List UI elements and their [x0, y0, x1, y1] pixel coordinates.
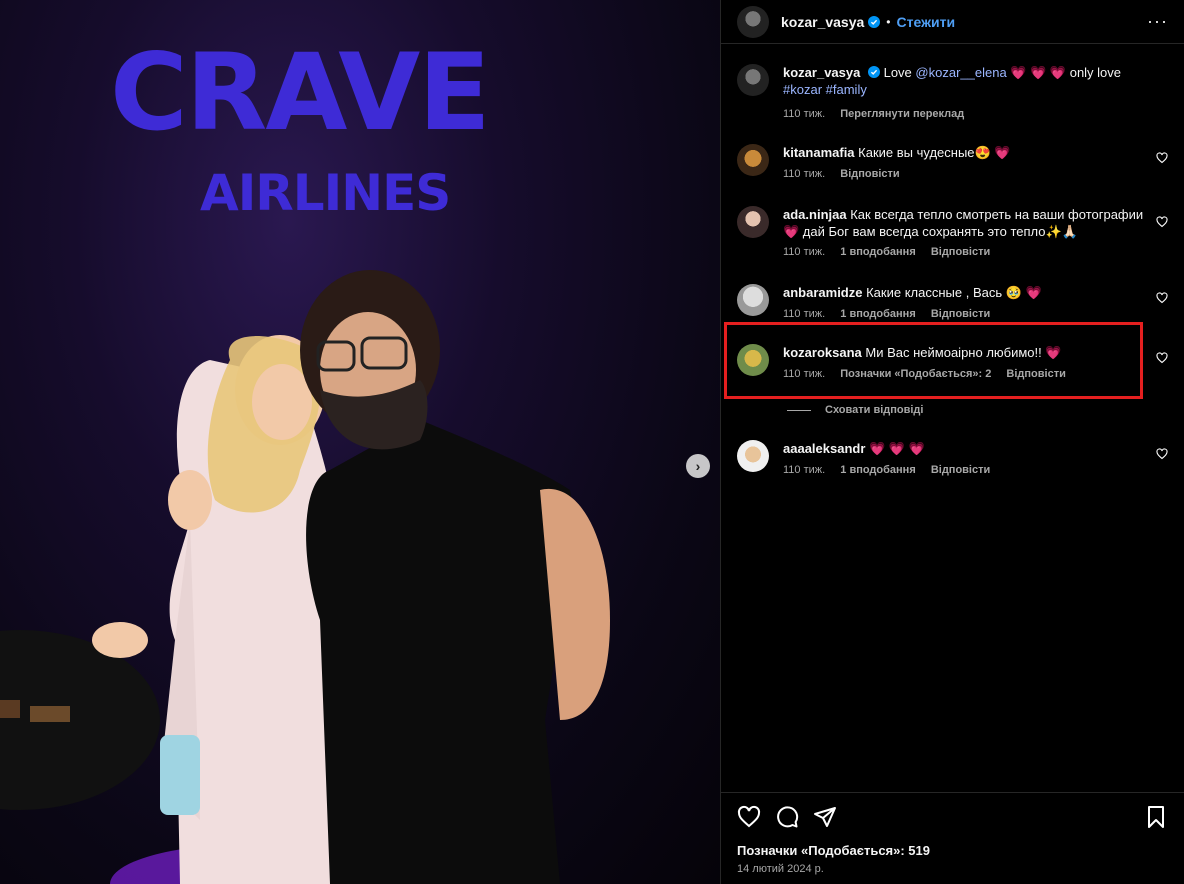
comment-item: ada.ninjaa Как всегда тепло смотреть на …: [737, 206, 1168, 262]
hide-replies-label: Сховати відповіді: [825, 404, 924, 416]
post-date: 14 лютий 2024 р.: [737, 863, 824, 875]
author-avatar[interactable]: [737, 64, 769, 96]
next-photo-button[interactable]: ›: [686, 454, 710, 478]
verified-icon: [867, 66, 880, 78]
commenter-avatar[interactable]: [737, 206, 769, 238]
highlight-box: [724, 322, 1143, 399]
man-figure: [300, 270, 610, 884]
comment-item: aaaaleksandr 💗 💗 💗 110 тиж. 1 вподобання…: [737, 440, 1168, 480]
replies-divider-line: [787, 409, 811, 411]
comment-likes[interactable]: 1 вподобання: [840, 246, 915, 258]
author-avatar[interactable]: [737, 5, 769, 38]
food-plate: [0, 700, 20, 718]
caption-text: kozar_vasya Love @kozar__elena 💗 💗 💗 onl…: [783, 64, 1144, 98]
comment-text: anbaramidze Какие классные , Вась 🥹 💗: [783, 284, 1144, 301]
comment-likes[interactable]: 1 вподобання: [840, 308, 915, 320]
reply-link[interactable]: Відповісти: [840, 168, 899, 180]
likes-count[interactable]: Позначки «Подобається»: 519: [737, 843, 930, 858]
like-heart-icon[interactable]: [737, 805, 761, 829]
like-comment-icon[interactable]: [1156, 216, 1168, 228]
comment-text: aaaaleksandr 💗 💗 💗: [783, 440, 1144, 457]
table: [0, 630, 160, 810]
reply-link[interactable]: Відповісти: [931, 246, 990, 258]
post-view: CRAVE AIRLINES › kozar_vasya • Стежити ·…: [0, 0, 1184, 884]
caption-text-a: Love: [883, 65, 912, 80]
verified-icon: [868, 15, 881, 28]
woman-figure: [92, 335, 335, 884]
more-options-icon[interactable]: ···: [1147, 12, 1168, 30]
comment-bubble-icon[interactable]: [775, 805, 799, 829]
share-send-icon[interactable]: [813, 805, 837, 829]
comment-time: 110 тиж.: [783, 246, 826, 258]
like-comment-icon[interactable]: [1156, 352, 1168, 364]
comment-item: anbaramidze Какие классные , Вась 🥹 💗 11…: [737, 284, 1168, 324]
comments-list: kozar_vasya Love @kozar__elena 💗 💗 💗 onl…: [721, 44, 1184, 792]
comment-time: 110 тиж.: [783, 464, 826, 476]
like-comment-icon[interactable]: [1156, 292, 1168, 304]
reply-link[interactable]: Відповісти: [931, 308, 990, 320]
post-photo[interactable]: CRAVE AIRLINES ›: [0, 0, 720, 884]
author-username[interactable]: kozar_vasya: [781, 14, 864, 30]
caption-time: 110 тиж.: [783, 108, 826, 120]
handbag: [160, 735, 200, 815]
hashtag-kozar[interactable]: #kozar: [783, 82, 822, 97]
commenter-avatar[interactable]: [737, 440, 769, 472]
comment-meta: 110 тиж. Відповісти: [783, 168, 912, 180]
caption-text-b: 💗 💗 💗 only love: [1010, 65, 1122, 80]
comment-text: kitanamafia Какие вы чудесные😍 💗: [783, 144, 1144, 161]
post-header: kozar_vasya • Стежити ···: [721, 0, 1184, 44]
comment-username[interactable]: aaaaleksandr: [783, 441, 865, 456]
like-comment-icon[interactable]: [1156, 448, 1168, 460]
comment-username[interactable]: kitanamafia: [783, 145, 855, 160]
caption: kozar_vasya Love @kozar__elena 💗 💗 💗 onl…: [737, 64, 1168, 124]
see-translation-link[interactable]: Переглянути переклад: [840, 108, 964, 120]
comment-time: 110 тиж.: [783, 308, 826, 320]
caption-mention[interactable]: @kozar__elena: [915, 65, 1006, 80]
photo-scene: [0, 270, 610, 884]
hashtag-family[interactable]: #family: [826, 82, 867, 97]
caption-username[interactable]: kozar_vasya: [783, 65, 860, 80]
comment-content: 💗 💗 💗: [869, 441, 925, 456]
reply-link[interactable]: Відповісти: [931, 464, 990, 476]
separator-dot: •: [886, 14, 891, 29]
comment-time: 110 тиж.: [783, 168, 826, 180]
comment-content: Какие классные , Вась 🥹 💗: [866, 285, 1042, 300]
post-actions: Позначки «Подобається»: 519 14 лютий 202…: [721, 792, 1184, 884]
caption-meta: 110 тиж. Переглянути переклад: [783, 108, 976, 120]
comment-meta: 110 тиж. 1 вподобання Відповісти: [783, 464, 1002, 476]
follow-button[interactable]: Стежити: [897, 14, 956, 30]
hide-replies-button[interactable]: Сховати відповіді: [787, 404, 923, 416]
food-plate: [30, 706, 70, 722]
comment-meta: 110 тиж. 1 вподобання Відповісти: [783, 246, 1002, 258]
like-comment-icon[interactable]: [1156, 152, 1168, 164]
comment-item: kitanamafia Какие вы чудесные😍 💗 110 тиж…: [737, 144, 1168, 184]
comment-meta: 110 тиж. 1 вподобання Відповісти: [783, 308, 1002, 320]
comment-text: ada.ninjaa Как всегда тепло смотреть на …: [783, 206, 1144, 240]
commenter-avatar[interactable]: [737, 144, 769, 176]
comment-username[interactable]: anbaramidze: [783, 285, 862, 300]
bookmark-save-icon[interactable]: [1144, 805, 1168, 829]
commenter-avatar[interactable]: [737, 284, 769, 316]
side-panel: kozar_vasya • Стежити ··· kozar_vasya Lo…: [720, 0, 1184, 884]
comment-likes[interactable]: 1 вподобання: [840, 464, 915, 476]
comment-username[interactable]: ada.ninjaa: [783, 207, 847, 222]
comment-content: Какие вы чудесные😍 💗: [858, 145, 1011, 160]
